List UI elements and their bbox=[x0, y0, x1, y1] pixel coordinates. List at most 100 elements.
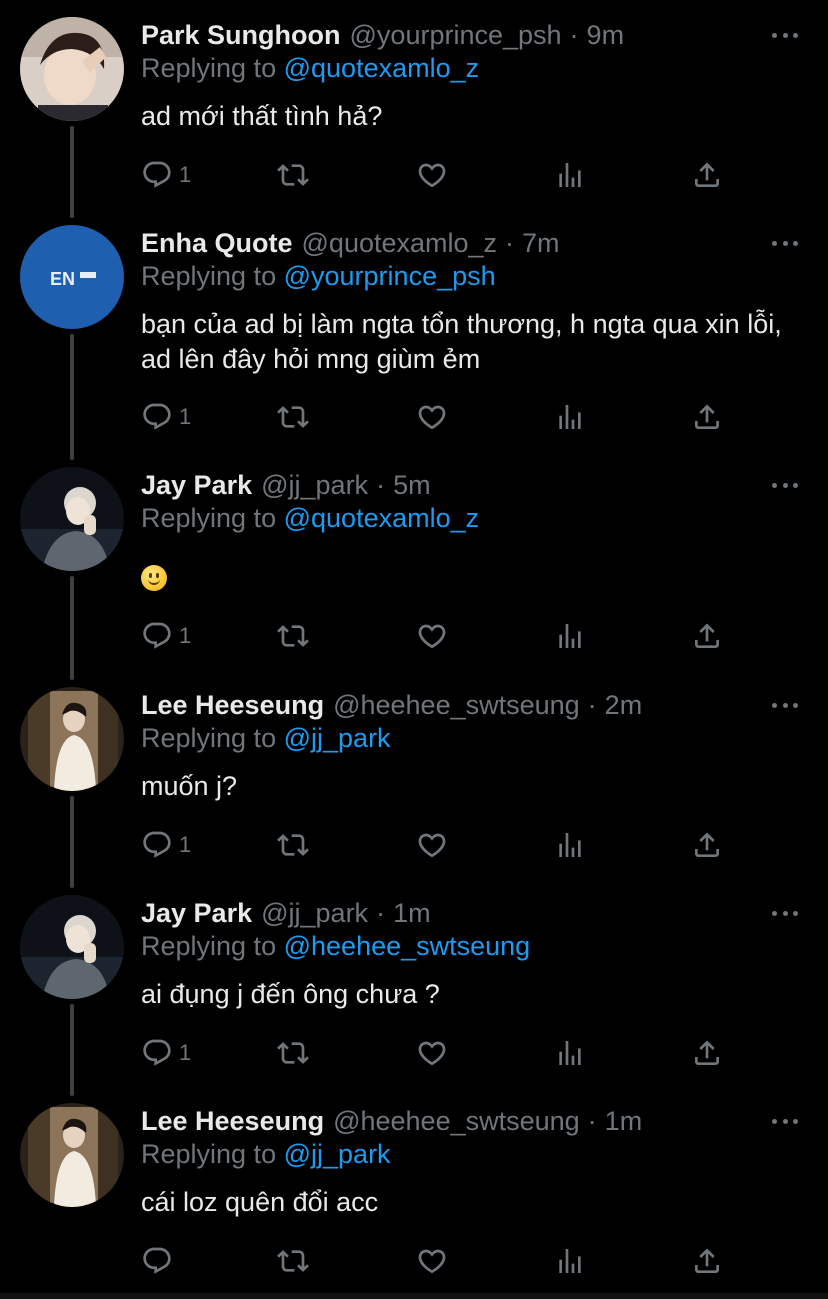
like-icon bbox=[416, 159, 448, 191]
share-button[interactable] bbox=[691, 397, 723, 437]
like-button[interactable] bbox=[416, 825, 448, 865]
more-options-icon[interactable] bbox=[772, 23, 798, 47]
views-button[interactable] bbox=[554, 155, 586, 195]
retweet-button[interactable] bbox=[277, 1033, 309, 1073]
views-button[interactable] bbox=[554, 1033, 586, 1073]
share-button[interactable] bbox=[691, 1241, 723, 1281]
timestamp[interactable]: 9m bbox=[587, 20, 625, 51]
tweet-text: ai đụng j đến ông chưa ? bbox=[141, 979, 440, 1009]
user-handle[interactable]: @quotexamlo_z bbox=[302, 228, 498, 259]
views-button[interactable] bbox=[554, 1241, 586, 1281]
avatar[interactable]: EN bbox=[20, 225, 124, 329]
timestamp[interactable]: 5m bbox=[393, 470, 431, 501]
tweet[interactable]: Jay Park @jj_park · 1m Replying to @heeh… bbox=[0, 895, 828, 1085]
mention-link[interactable]: @yourprince_psh bbox=[284, 261, 496, 291]
more-options-icon[interactable] bbox=[772, 901, 798, 925]
user-handle[interactable]: @heehee_swtseung bbox=[333, 690, 580, 721]
like-button[interactable] bbox=[416, 397, 448, 437]
avatar[interactable] bbox=[20, 17, 124, 121]
tweet-actions: 1 bbox=[141, 155, 741, 195]
replying-to: Replying to @jj_park bbox=[141, 723, 391, 754]
retweet-button[interactable] bbox=[277, 155, 309, 195]
display-name[interactable]: Enha Quote bbox=[141, 228, 293, 259]
mention-link[interactable]: @heehee_swtseung bbox=[284, 931, 531, 961]
logo-text: EN bbox=[50, 269, 75, 289]
reply-button[interactable]: 1 bbox=[141, 397, 191, 437]
bottom-divider bbox=[0, 1293, 828, 1299]
timestamp[interactable]: 7m bbox=[522, 228, 560, 259]
mention-link[interactable]: @jj_park bbox=[284, 723, 391, 753]
avatar[interactable] bbox=[20, 1103, 124, 1207]
like-button[interactable] bbox=[416, 1033, 448, 1073]
tweet[interactable]: EN Enha Quote @quotexamlo_z · 7m Replyin… bbox=[0, 225, 828, 455]
reply-button[interactable] bbox=[141, 1241, 173, 1281]
timestamp[interactable]: 1m bbox=[605, 1106, 643, 1137]
separator-dot: · bbox=[376, 897, 386, 928]
views-button[interactable] bbox=[554, 397, 586, 437]
timestamp[interactable]: 1m bbox=[393, 898, 431, 929]
retweet-button[interactable] bbox=[277, 616, 309, 656]
user-handle[interactable]: @jj_park bbox=[261, 470, 368, 501]
retweet-icon bbox=[277, 1245, 309, 1277]
more-options-icon[interactable] bbox=[772, 473, 798, 497]
avatar[interactable] bbox=[20, 467, 124, 571]
reply-icon bbox=[141, 1037, 173, 1069]
views-icon bbox=[554, 159, 586, 191]
views-button[interactable] bbox=[554, 825, 586, 865]
mention-link[interactable]: @quotexamlo_z bbox=[284, 53, 480, 83]
mention-link[interactable]: @quotexamlo_z bbox=[284, 503, 480, 533]
tweet[interactable]: Park Sunghoon @yourprince_psh · 9m Reply… bbox=[0, 17, 828, 207]
display-name[interactable]: Park Sunghoon bbox=[141, 20, 341, 51]
user-handle[interactable]: @yourprince_psh bbox=[350, 20, 562, 51]
like-button[interactable] bbox=[416, 616, 448, 656]
tweet[interactable]: Lee Heeseung @heehee_swtseung · 1m Reply… bbox=[0, 1103, 828, 1293]
display-name[interactable]: Lee Heeseung bbox=[141, 1106, 324, 1137]
separator-dot: · bbox=[587, 689, 597, 720]
tweet[interactable]: Jay Park @jj_park · 5m Replying to @quot… bbox=[0, 467, 828, 677]
tweet-header: Jay Park @jj_park · 1m bbox=[141, 895, 431, 931]
replying-prefix: Replying to bbox=[141, 723, 277, 753]
more-options-icon[interactable] bbox=[772, 1109, 798, 1133]
avatar[interactable] bbox=[20, 895, 124, 999]
share-button[interactable] bbox=[691, 1033, 723, 1073]
tweet-actions: 1 bbox=[141, 1033, 741, 1073]
reply-button[interactable]: 1 bbox=[141, 155, 191, 195]
tweet[interactable]: Lee Heeseung @heehee_swtseung · 2m Reply… bbox=[0, 687, 828, 877]
reply-count: 1 bbox=[179, 162, 192, 187]
user-handle[interactable]: @heehee_swtseung bbox=[333, 1106, 580, 1137]
replying-prefix: Replying to bbox=[141, 53, 277, 83]
like-icon bbox=[416, 829, 448, 861]
views-button[interactable] bbox=[554, 616, 586, 656]
tweet-actions: 1 bbox=[141, 397, 741, 437]
mention-link[interactable]: @jj_park bbox=[284, 1139, 391, 1169]
replying-to: Replying to @jj_park bbox=[141, 1139, 391, 1170]
like-button[interactable] bbox=[416, 155, 448, 195]
display-name[interactable]: Lee Heeseung bbox=[141, 690, 324, 721]
reply-button[interactable]: 1 bbox=[141, 616, 191, 656]
more-options-icon[interactable] bbox=[772, 693, 798, 717]
like-icon bbox=[416, 1245, 448, 1277]
more-options-icon[interactable] bbox=[772, 231, 798, 255]
avatar[interactable] bbox=[20, 687, 124, 791]
display-name[interactable]: Jay Park bbox=[141, 470, 252, 501]
reply-button[interactable]: 1 bbox=[141, 825, 191, 865]
share-button[interactable] bbox=[691, 155, 723, 195]
like-button[interactable] bbox=[416, 1241, 448, 1281]
separator-dot: · bbox=[505, 227, 515, 258]
replying-prefix: Replying to bbox=[141, 1139, 277, 1169]
like-icon bbox=[416, 1037, 448, 1069]
display-name[interactable]: Jay Park bbox=[141, 898, 252, 929]
user-handle[interactable]: @jj_park bbox=[261, 898, 368, 929]
share-button[interactable] bbox=[691, 616, 723, 656]
reply-icon bbox=[141, 620, 173, 652]
reply-icon bbox=[141, 159, 173, 191]
retweet-button[interactable] bbox=[277, 397, 309, 437]
share-button[interactable] bbox=[691, 825, 723, 865]
reply-button[interactable]: 1 bbox=[141, 1033, 191, 1073]
separator-dot: · bbox=[569, 19, 579, 50]
timestamp[interactable]: 2m bbox=[605, 690, 643, 721]
retweet-button[interactable] bbox=[277, 825, 309, 865]
share-icon bbox=[691, 620, 723, 652]
replying-to: Replying to @yourprince_psh bbox=[141, 261, 496, 292]
retweet-button[interactable] bbox=[277, 1241, 309, 1281]
